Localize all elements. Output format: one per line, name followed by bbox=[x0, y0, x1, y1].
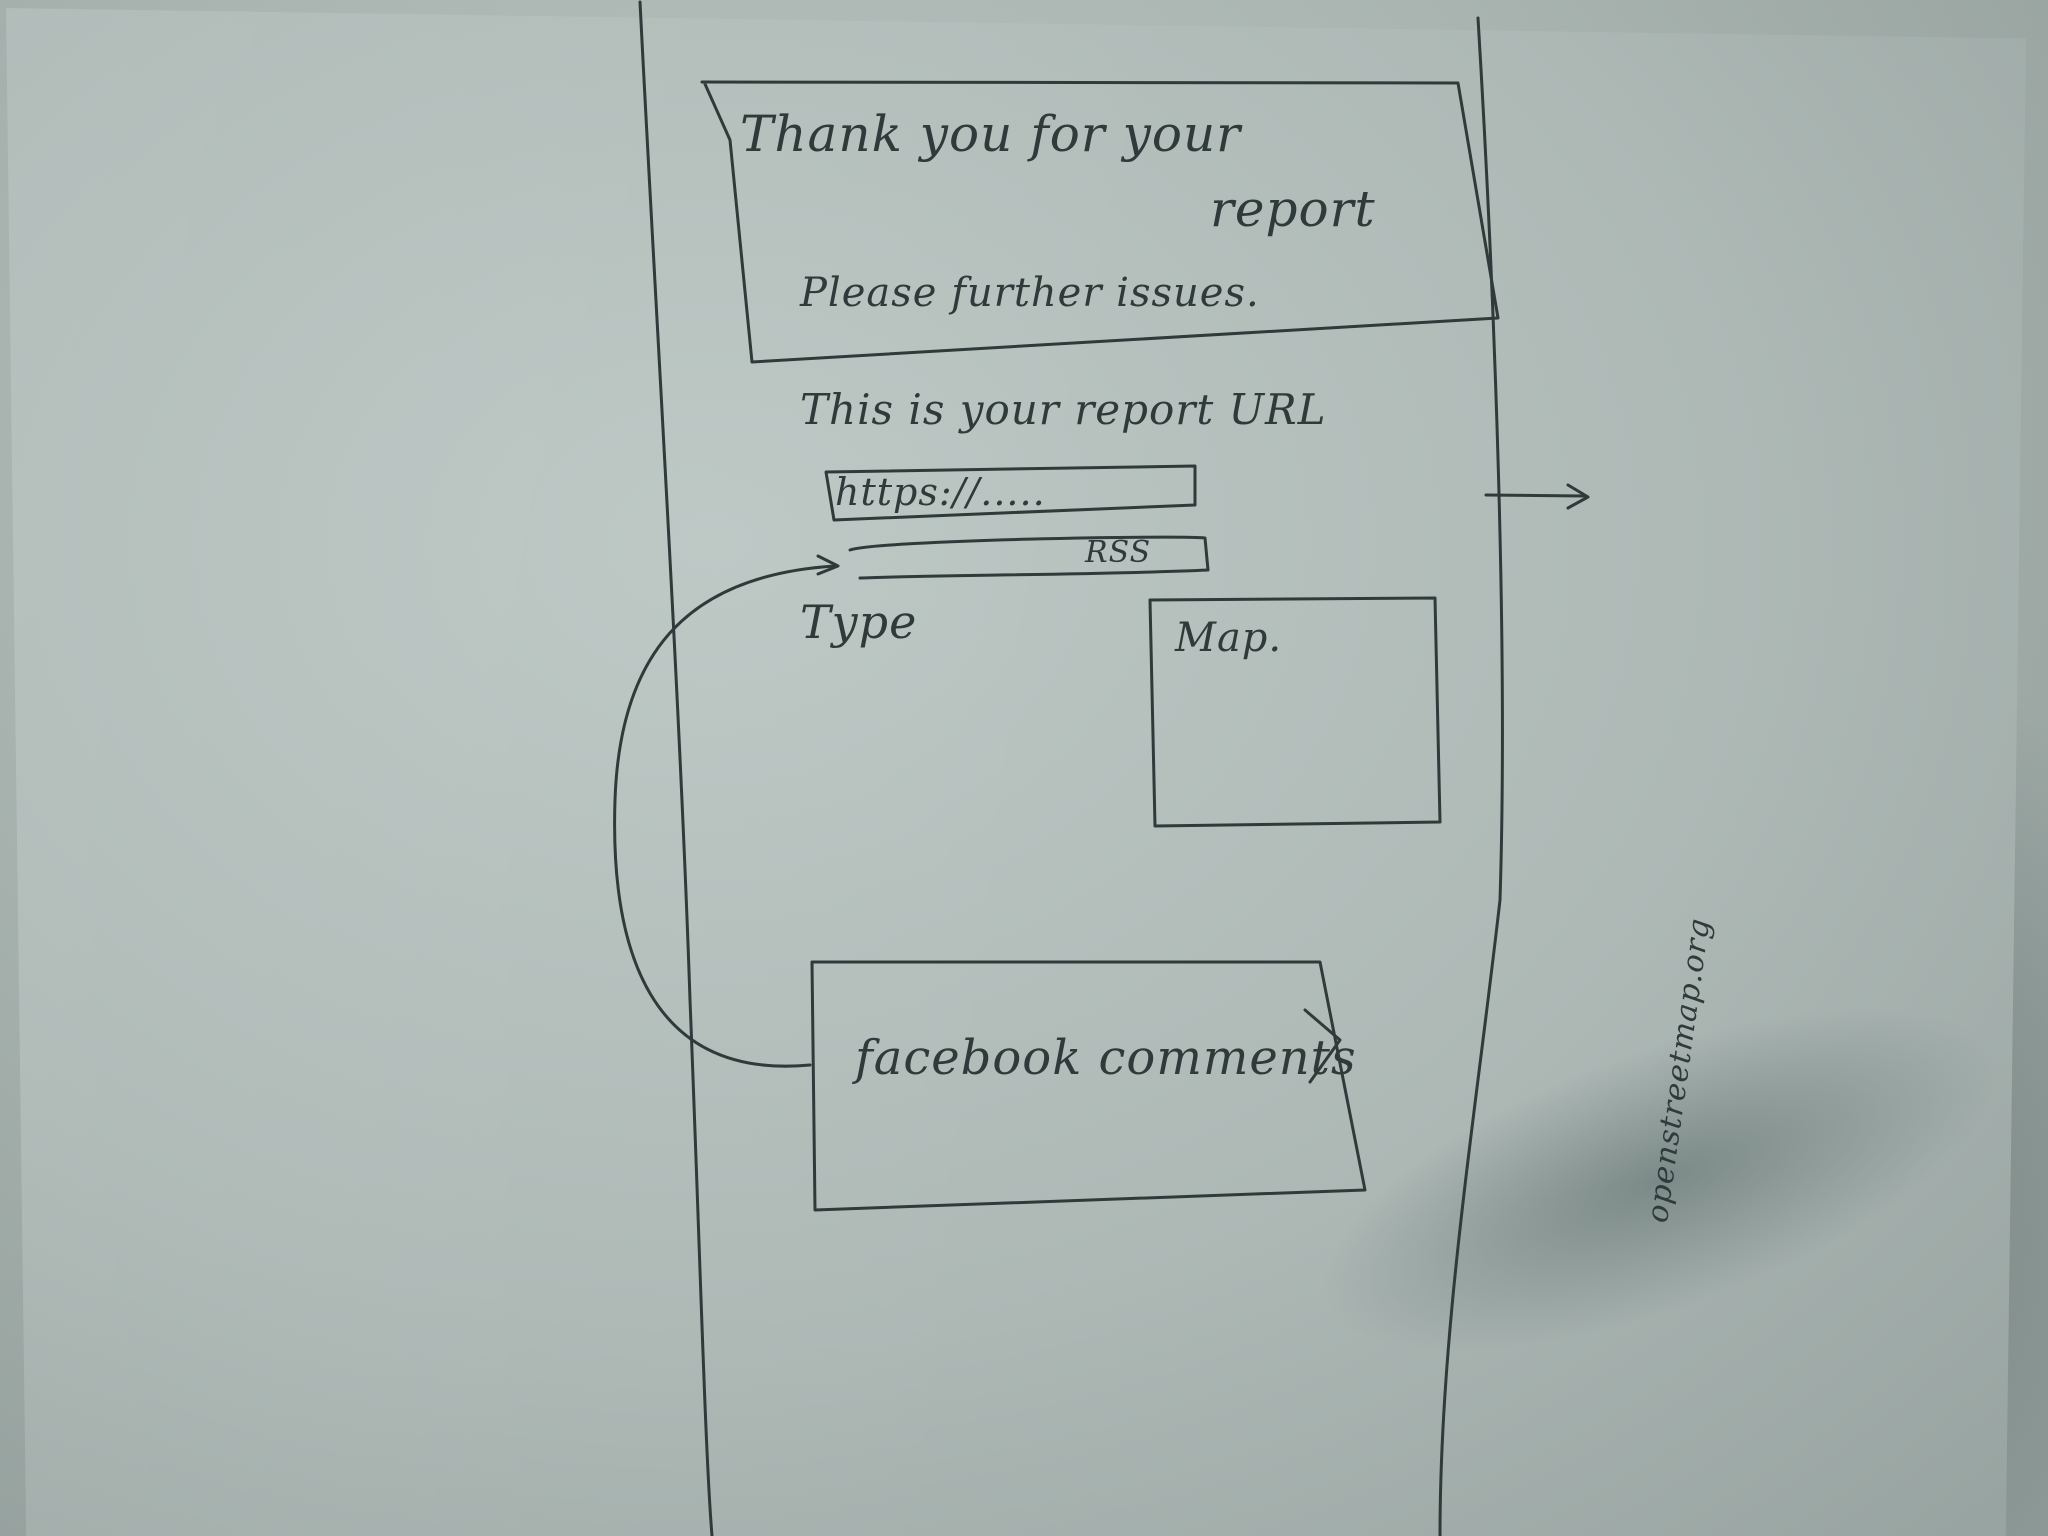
thank-you-heading-line1: Thank you for your bbox=[740, 105, 1242, 163]
external-arrow-line bbox=[1484, 493, 1587, 498]
screen-right-edge bbox=[1438, 16, 1504, 1536]
map-label: Map. bbox=[1175, 615, 1283, 661]
report-url-label: This is your report URL bbox=[800, 385, 1327, 434]
screen-left-edge bbox=[638, 0, 714, 1536]
report-url-value: https://..... bbox=[835, 470, 1046, 514]
rss-label: RSS bbox=[1085, 535, 1152, 570]
rss-button[interactable] bbox=[850, 535, 1210, 575]
thank-you-subtext: Please further issues. bbox=[800, 270, 1260, 316]
thank-you-heading-line2: report bbox=[1210, 180, 1376, 238]
type-label: Type bbox=[800, 595, 918, 649]
sketch-lines bbox=[613, 0, 1590, 1536]
facebook-comments-label: facebook comments bbox=[855, 1030, 1357, 1086]
